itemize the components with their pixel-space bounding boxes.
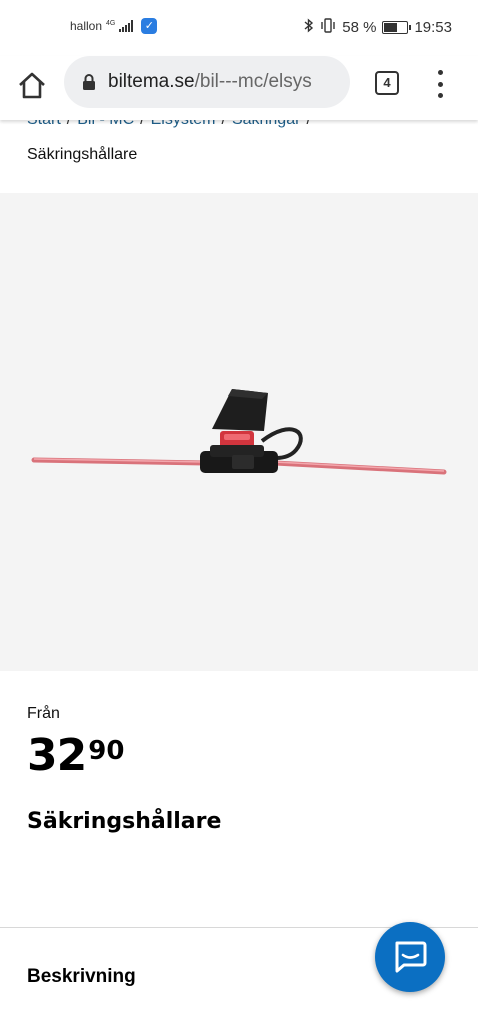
home-button[interactable]	[16, 70, 48, 102]
url-path: /bil---mc/elsys	[194, 71, 312, 92]
bluetooth-icon	[304, 18, 314, 37]
clock: 19:53	[414, 19, 452, 36]
fuse-holder-illustration	[31, 389, 447, 475]
notification-app-icon: ✓	[141, 18, 158, 34]
browser-toolbar: biltema.se/bil---mc/elsys 4	[0, 56, 478, 120]
menu-dot-icon	[437, 70, 443, 75]
breadcrumb-current: Säkringshållare	[27, 146, 138, 163]
status-bar: hallon 4G ✓ 58 % 19:53	[0, 0, 478, 56]
product-image[interactable]	[0, 193, 478, 671]
signal-icon	[119, 20, 134, 32]
status-right: 58 % 19:53	[304, 18, 452, 37]
home-icon	[19, 72, 45, 99]
chat-button[interactable]	[375, 922, 445, 992]
battery-icon	[382, 21, 412, 34]
overflow-menu-button[interactable]	[436, 70, 444, 98]
menu-dot-icon	[437, 93, 443, 98]
status-left: hallon 4G ✓	[70, 18, 158, 34]
product-title: Säkringshållare	[27, 809, 222, 834]
carrier-name: hallon	[70, 19, 103, 33]
price-from-label: Från	[27, 705, 60, 722]
url-host: biltema.se	[108, 71, 195, 92]
network-type: 4G	[106, 19, 116, 27]
address-bar[interactable]: biltema.se/bil---mc/elsys	[64, 56, 350, 108]
chat-icon	[395, 941, 427, 973]
vibrate-icon	[320, 18, 336, 37]
price-whole: 32	[27, 730, 87, 781]
tab-switcher-button[interactable]: 4	[375, 71, 399, 95]
price-decimals: 90	[88, 736, 125, 766]
battery-percent: 58 %	[342, 19, 377, 36]
menu-dot-icon	[437, 81, 443, 87]
price: 3290	[27, 730, 124, 781]
url-text: biltema.se/bil---mc/elsys	[108, 71, 312, 93]
description-section-toggle[interactable]: Beskrivning	[27, 966, 136, 988]
lock-icon	[83, 74, 95, 90]
